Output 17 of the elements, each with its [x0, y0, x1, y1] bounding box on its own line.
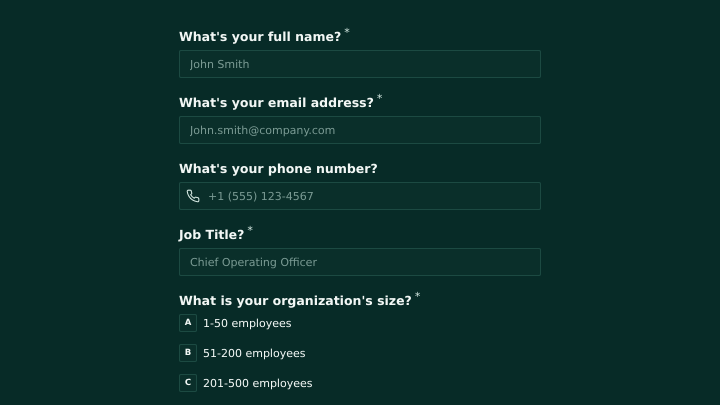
question-label: What's your full name? [179, 29, 342, 45]
input-field[interactable]: Chief Operating Officer [179, 248, 541, 276]
required-mark: * [376, 93, 382, 104]
required-mark: * [247, 225, 253, 236]
phone-field[interactable]: +1 (555) 123-4567 [179, 182, 541, 210]
question-label: What's your phone number? [179, 161, 378, 177]
option-label[interactable]: 1-50 employees [203, 316, 292, 330]
question-label: What's your email address? [179, 95, 374, 111]
option-key[interactable]: A [179, 314, 197, 332]
option-key[interactable]: B [179, 344, 197, 362]
option-label[interactable]: 201-500 employees [203, 376, 312, 390]
question-label: Job Title? [179, 227, 244, 243]
question-label: What is your organization's size? [179, 293, 412, 309]
required-mark: * [344, 27, 350, 38]
option-label[interactable]: 51-200 employees [203, 346, 306, 360]
option-key[interactable]: C [179, 374, 197, 392]
required-mark: * [414, 291, 420, 302]
